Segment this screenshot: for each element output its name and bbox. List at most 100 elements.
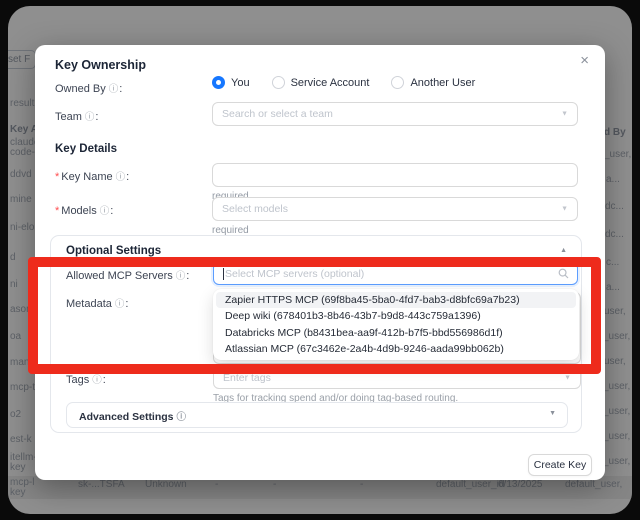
text-cursor <box>223 268 224 280</box>
dropdown-option-deep-wiki[interactable]: Deep wiki (678401b3-8b46-43b7-b9d8-443c7… <box>216 308 576 324</box>
colon: : <box>110 205 113 217</box>
chevron-down-icon: ▼ <box>561 206 568 213</box>
bg-text-fragment: key <box>10 487 26 498</box>
required-asterisk: * <box>55 171 59 183</box>
bg-text-fragment: key <box>10 462 26 473</box>
bg-text-fragment: d <box>10 252 16 263</box>
bg-cell-fragment: Unknown <box>145 479 187 490</box>
colon: : <box>119 83 122 95</box>
key-details-heading: Key Details <box>55 143 117 155</box>
tags-select[interactable]: Enter tags ▼ <box>213 367 581 389</box>
chevron-up-icon[interactable]: ▲ <box>560 247 567 254</box>
screenshot-root: set F result Key A claude code- ddvd min… <box>0 0 640 520</box>
radio-service-account-label[interactable]: Service Account <box>291 77 370 89</box>
bg-text-fragment: mine <box>10 194 32 205</box>
bg-text-fragment: a... <box>606 174 620 185</box>
bg-text-fragment: _user, <box>603 456 630 467</box>
bg-text-fragment: est-k <box>10 434 32 445</box>
tags-label: Tagsⓘ: <box>66 372 106 386</box>
optional-settings-card: Optional Settings ▲ Allowed MCP Serversⓘ… <box>50 235 582 433</box>
models-select[interactable]: Select models ▼ <box>212 197 578 221</box>
owned-by-label-text: Owned By <box>55 83 106 95</box>
owned-by-label: Owned Byⓘ: <box>55 81 122 95</box>
bg-cell-fragment: default_user, <box>565 479 622 490</box>
colon: : <box>186 270 189 282</box>
bg-text-fragment: dc... <box>605 201 624 212</box>
bg-cell-fragment: - <box>215 479 218 490</box>
colon: : <box>95 111 98 123</box>
close-icon[interactable]: × <box>580 53 589 69</box>
radio-service-account[interactable] <box>272 76 285 89</box>
models-label-text: Models <box>61 205 96 217</box>
advanced-settings-label: Advanced Settingsⓘ <box>79 409 187 423</box>
bg-text-fragment: code- <box>10 147 35 158</box>
key-name-input[interactable] <box>212 163 578 187</box>
bg-text-fragment: ni <box>10 279 18 290</box>
mcp-servers-dropdown: Zapier HTTPS MCP (69f8ba45-5ba0-4fd7-bab… <box>213 289 579 360</box>
bg-text-fragment: _user, <box>603 431 630 442</box>
advanced-settings-label-text: Advanced Settings <box>79 411 174 423</box>
team-select[interactable]: Search or select a team ▼ <box>212 102 578 126</box>
dropdown-option-zapier[interactable]: Zapier HTTPS MCP (69f8ba45-5ba0-4fd7-bab… <box>216 292 576 308</box>
chevron-down-icon: ▼ <box>564 375 571 382</box>
info-icon: ⓘ <box>116 172 126 183</box>
bg-text-fragment: mcp-t <box>10 382 35 393</box>
bg-created-by-header-fragment: d By <box>604 127 626 138</box>
tags-select-placeholder: Enter tags <box>223 372 271 384</box>
radio-you-label[interactable]: You <box>231 77 250 89</box>
bg-text-fragment: _user, <box>603 381 630 392</box>
bg-text-fragment: _user, <box>603 331 630 342</box>
info-icon: ⓘ <box>92 375 102 386</box>
key-name-label: *Key Name ⓘ: <box>55 169 129 183</box>
bg-text-fragment: _user, <box>603 406 630 417</box>
radio-another-user[interactable] <box>391 76 404 89</box>
modal-title: Key Ownership <box>55 58 146 72</box>
info-icon: ⓘ <box>177 412 187 423</box>
bg-cell-fragment: 6/13/2025 <box>498 479 543 490</box>
bg-table-header-fragment: Key A <box>10 124 38 135</box>
key-name-label-text: Key Name <box>61 171 112 183</box>
metadata-label-text: Metadata <box>66 298 112 310</box>
create-key-button[interactable]: Create Key <box>528 454 592 476</box>
models-label: *Models ⓘ: <box>55 203 113 217</box>
bg-text-fragment: _user, <box>604 149 631 160</box>
required-asterisk: * <box>55 205 59 217</box>
tags-label-text: Tags <box>66 374 89 386</box>
bg-text-fragment: ason2 <box>10 304 37 315</box>
bg-text-fragment: c... <box>606 257 619 268</box>
bg-text-fragment: oa <box>10 331 21 342</box>
bg-cell-fragment: - <box>273 479 276 490</box>
bg-key-hash-fragment: sk-...TSFA <box>78 479 125 490</box>
mcp-servers-select[interactable]: Select MCP servers (optional) <box>213 262 578 285</box>
bg-text-fragment: a... <box>606 282 620 293</box>
bg-cell-fragment: - <box>360 479 363 490</box>
owned-by-radio-group: You Service Account Another User <box>212 76 475 89</box>
info-icon: ⓘ <box>115 299 125 310</box>
team-select-placeholder: Search or select a team <box>222 108 333 120</box>
advanced-settings-panel[interactable]: Advanced Settingsⓘ ▼ <box>66 402 568 428</box>
bg-text-fragment: ni-elo <box>10 222 34 233</box>
bg-cell-fragment: default_user_id <box>436 479 504 490</box>
bg-text-fragment: dc... <box>605 229 624 240</box>
optional-settings-heading[interactable]: Optional Settings <box>66 245 161 257</box>
colon: : <box>125 298 128 310</box>
info-icon: ⓘ <box>109 84 119 95</box>
allowed-mcp-servers-label: Allowed MCP Serversⓘ: <box>66 268 189 282</box>
bg-text-fragment: user, <box>604 356 626 367</box>
colon: : <box>126 171 129 183</box>
mcp-select-placeholder: Select MCP servers (optional) <box>225 268 364 280</box>
dimmed-page-backdrop: set F result Key A claude code- ddvd min… <box>8 6 632 514</box>
radio-another-user-label[interactable]: Another User <box>410 77 475 89</box>
bg-text-fragment: user, <box>604 306 626 317</box>
dropdown-option-databricks[interactable]: Databricks MCP (b8431bea-aa9f-412b-b7f5-… <box>216 325 576 341</box>
models-select-placeholder: Select models <box>222 203 288 215</box>
bg-text-fragment: manu <box>10 357 35 368</box>
chevron-down-icon: ▼ <box>549 410 556 417</box>
bg-text-fragment: o2 <box>10 409 21 420</box>
bg-text-fragment: ddvd <box>10 169 32 180</box>
team-label: Teamⓘ: <box>55 109 98 123</box>
dropdown-option-atlassian[interactable]: Atlassian MCP (67c3462e-2a4b-4d9b-9246-a… <box>216 341 576 357</box>
radio-you[interactable] <box>212 76 225 89</box>
info-icon: ⓘ <box>100 206 110 217</box>
bg-reset-filters-button-fragment: set F <box>8 50 36 69</box>
